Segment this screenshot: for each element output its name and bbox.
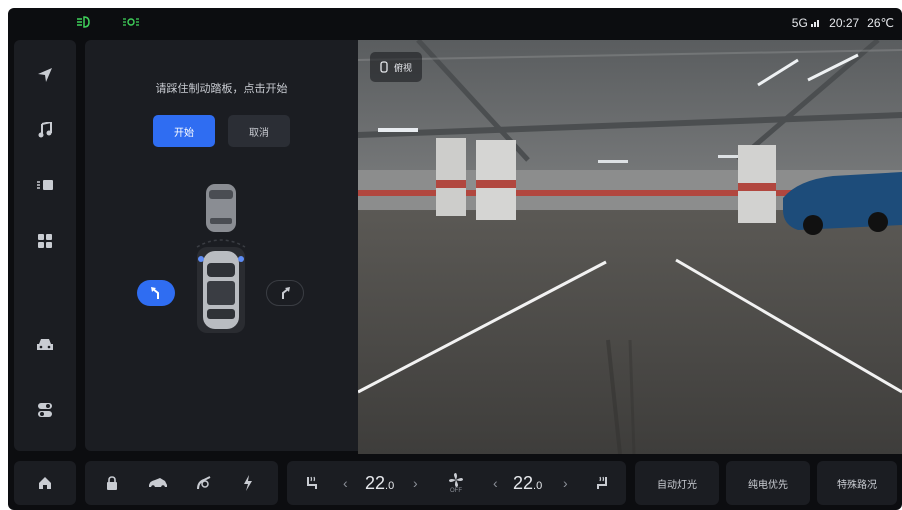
special-road-label: 特殊路况 bbox=[837, 479, 877, 491]
parking-light-icon bbox=[122, 16, 140, 31]
left-temperature: 22.0 bbox=[365, 473, 394, 494]
garage-camera-image bbox=[358, 40, 902, 454]
auto-lights-label: 自动灯光 bbox=[657, 479, 697, 491]
left-temp-up[interactable]: › bbox=[413, 475, 418, 491]
top-view-icon bbox=[380, 61, 388, 73]
left-temp-down[interactable]: ‹ bbox=[343, 475, 348, 491]
sidebar bbox=[14, 40, 76, 451]
parking-instruction: 请踩住制动踏板，点击开始 bbox=[155, 83, 288, 95]
view-label: 俯视 bbox=[394, 62, 413, 73]
lock-icon[interactable] bbox=[101, 472, 123, 494]
home-dock bbox=[14, 461, 76, 505]
vehicle-screen: 5G 20:27 26℃ 请踩住制动踏板，点击开始 开始 取消 俯视 ‹ 22.… bbox=[8, 8, 902, 510]
start-button[interactable]: 开始 bbox=[153, 115, 215, 147]
park-right-button[interactable] bbox=[266, 280, 304, 306]
parking-panel: 请踩住制动踏板，点击开始 开始 取消 bbox=[85, 40, 358, 451]
quick-controls bbox=[85, 461, 278, 505]
right-temp-down[interactable]: ‹ bbox=[493, 475, 498, 491]
outside-temperature: 26℃ bbox=[867, 16, 894, 30]
turn-right-icon bbox=[282, 287, 290, 299]
status-bar: 5G 20:27 26℃ bbox=[8, 8, 902, 38]
camera-view: 俯视 bbox=[358, 40, 902, 454]
current-car-icon bbox=[197, 247, 245, 333]
fan-button[interactable]: OFF bbox=[445, 467, 467, 499]
clock: 20:27 bbox=[829, 16, 860, 30]
right-temp-value: 22 bbox=[513, 473, 534, 493]
right-temp-decimal: .0 bbox=[533, 480, 543, 492]
settings-toggle-icon[interactable] bbox=[30, 395, 60, 425]
charging-icon[interactable] bbox=[237, 472, 259, 494]
turn-left-icon bbox=[151, 287, 159, 299]
home-icon[interactable] bbox=[34, 472, 56, 494]
target-car-icon bbox=[206, 184, 236, 232]
apps-icon[interactable] bbox=[30, 226, 60, 256]
cancel-button[interactable]: 取消 bbox=[228, 115, 290, 147]
ev-priority-button[interactable]: 纯电优先 bbox=[726, 461, 810, 505]
special-road-button[interactable]: 特殊路况 bbox=[817, 461, 897, 505]
view-toggle-button[interactable]: 俯视 bbox=[370, 52, 423, 82]
signal-bars-icon bbox=[811, 20, 820, 27]
right-temperature: 22.0 bbox=[513, 473, 542, 494]
car-front-icon[interactable] bbox=[147, 472, 169, 494]
auto-lights-button[interactable]: 自动灯光 bbox=[635, 461, 719, 505]
headlight-icon bbox=[76, 16, 90, 31]
signal-indicator: 5G bbox=[792, 16, 821, 30]
car-icon[interactable] bbox=[30, 330, 60, 360]
left-temp-decimal: .0 bbox=[385, 480, 395, 492]
fuel-icon[interactable] bbox=[193, 472, 215, 494]
climate-controls: ‹ 22.0 › OFF ‹ 22.0 › bbox=[287, 461, 626, 505]
park-left-button[interactable] bbox=[137, 280, 175, 306]
driver-seat-heat-icon[interactable] bbox=[301, 472, 323, 494]
fan-status: OFF bbox=[450, 488, 462, 494]
music-icon[interactable] bbox=[30, 115, 60, 145]
status-right: 5G 20:27 26℃ bbox=[792, 16, 894, 30]
right-temp-up[interactable]: › bbox=[563, 475, 568, 491]
media-icon[interactable] bbox=[30, 170, 60, 200]
navigation-icon[interactable] bbox=[30, 60, 60, 90]
fan-icon bbox=[449, 473, 463, 487]
signal-text: 5G bbox=[791, 16, 808, 30]
passenger-seat-heat-icon[interactable] bbox=[591, 472, 613, 494]
ev-priority-label: 纯电优先 bbox=[748, 479, 788, 491]
left-temp-value: 22 bbox=[365, 473, 386, 493]
